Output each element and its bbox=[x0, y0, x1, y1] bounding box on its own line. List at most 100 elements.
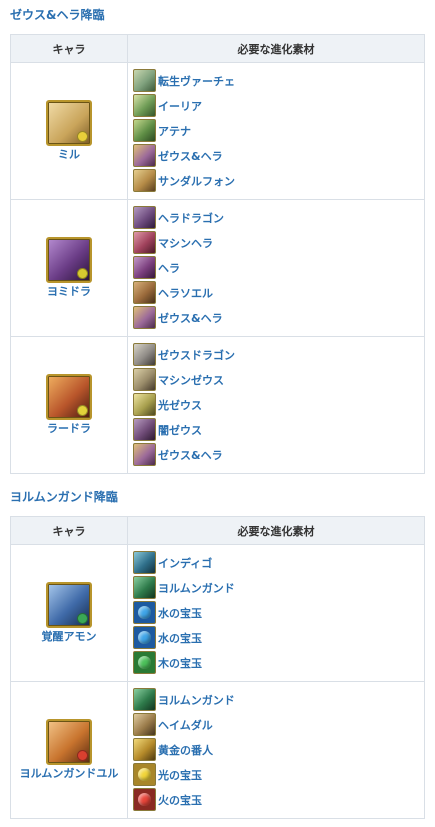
chara-name[interactable]: ヨルムンガンドユル bbox=[20, 767, 119, 781]
chara-name[interactable]: ミル bbox=[58, 148, 80, 162]
material-name[interactable]: サンダルフォン bbox=[158, 173, 235, 189]
table-row: ヨミドラ ヘラドラゴン マシンヘラ ヘラ ヘラソエル ゼウス&ヘラ bbox=[10, 199, 425, 337]
column-header-materials: 必要な進化素材 bbox=[127, 516, 425, 545]
column-header-chara: キャラ bbox=[10, 516, 128, 545]
material-name[interactable]: ヨルムンガンド bbox=[158, 580, 235, 596]
material-item[interactable]: ヘイムダル bbox=[133, 712, 424, 737]
material-item[interactable]: マシンヘラ bbox=[133, 230, 424, 255]
material-item[interactable]: ヘラドラゴン bbox=[133, 205, 424, 230]
athena-icon[interactable] bbox=[133, 119, 156, 142]
material-item[interactable]: 木の宝玉 bbox=[133, 650, 424, 675]
material-item[interactable]: ゼウス&ヘラ bbox=[133, 305, 424, 330]
material-name[interactable]: ヘラソエル bbox=[158, 285, 213, 301]
fire-jewel-icon[interactable] bbox=[133, 788, 156, 811]
material-item[interactable]: アテナ bbox=[133, 118, 424, 143]
heimdall-icon[interactable] bbox=[133, 713, 156, 736]
material-item[interactable]: 水の宝玉 bbox=[133, 600, 424, 625]
material-name[interactable]: アテナ bbox=[158, 123, 191, 139]
zeus-dragon-icon[interactable] bbox=[133, 343, 156, 366]
indigo-icon[interactable] bbox=[133, 551, 156, 574]
material-name[interactable]: 水の宝玉 bbox=[158, 630, 202, 646]
material-item[interactable]: 闇ゼウス bbox=[133, 417, 424, 442]
hera-icon[interactable] bbox=[133, 256, 156, 279]
material-name[interactable]: ヨルムンガンド bbox=[158, 692, 235, 708]
material-name[interactable]: マシンゼウス bbox=[158, 372, 224, 388]
machine-zeus-icon[interactable] bbox=[133, 368, 156, 391]
material-item[interactable]: 火の宝玉 bbox=[133, 787, 424, 812]
golden-guardian-icon[interactable] bbox=[133, 738, 156, 761]
chara-link[interactable]: 覚醒アモン bbox=[11, 582, 127, 644]
material-name[interactable]: ヘラドラゴン bbox=[158, 210, 224, 226]
jormungandr-icon[interactable] bbox=[133, 688, 156, 711]
section-title: ヨルムンガンド降臨 bbox=[10, 490, 118, 504]
material-name[interactable]: 水の宝玉 bbox=[158, 605, 202, 621]
material-item[interactable]: マシンゼウス bbox=[133, 367, 424, 392]
evolution-table: キャラ 必要な進化素材 覚醒アモン インディゴ ヨルムンガンド 水の宝玉 水の宝… bbox=[10, 516, 425, 819]
virtue-icon[interactable] bbox=[133, 69, 156, 92]
material-name[interactable]: マシンヘラ bbox=[158, 235, 213, 251]
material-name[interactable]: ヘイムダル bbox=[158, 717, 213, 733]
dark-zeus-icon[interactable] bbox=[133, 418, 156, 441]
material-item[interactable]: ゼウスドラゴン bbox=[133, 342, 424, 367]
material-name[interactable]: 木の宝玉 bbox=[158, 655, 202, 671]
table-row: ラードラ ゼウスドラゴン マシンゼウス 光ゼウス 闇ゼウス ゼウス&ヘラ bbox=[10, 336, 425, 474]
material-item[interactable]: サンダルフォン bbox=[133, 168, 424, 193]
table-row: ヨルムンガンドユル ヨルムンガンド ヘイムダル 黄金の番人 光の宝玉 火の宝玉 bbox=[10, 681, 425, 819]
material-name[interactable]: ゼウス&ヘラ bbox=[158, 148, 223, 164]
zeus-hera-icon[interactable] bbox=[133, 443, 156, 466]
material-item[interactable]: 光の宝玉 bbox=[133, 762, 424, 787]
column-header-chara: キャラ bbox=[10, 34, 128, 63]
material-name[interactable]: イーリア bbox=[158, 98, 202, 114]
light-zeus-icon[interactable] bbox=[133, 393, 156, 416]
table-row: 覚醒アモン インディゴ ヨルムンガンド 水の宝玉 水の宝玉 木の宝玉 bbox=[10, 544, 425, 682]
light-jewel-icon[interactable] bbox=[133, 763, 156, 786]
material-item[interactable]: 転生ヴァーチェ bbox=[133, 68, 424, 93]
chara-link[interactable]: ヨミドラ bbox=[11, 237, 127, 299]
material-item[interactable]: インディゴ bbox=[133, 550, 424, 575]
wood-jewel-icon[interactable] bbox=[133, 651, 156, 674]
chara-link[interactable]: ミル bbox=[11, 100, 127, 162]
material-name[interactable]: 火の宝玉 bbox=[158, 792, 202, 808]
material-name[interactable]: ゼウス&ヘラ bbox=[158, 447, 223, 463]
jormungandr-yul-portrait-icon[interactable] bbox=[46, 719, 92, 765]
material-name[interactable]: ゼウスドラゴン bbox=[158, 347, 235, 363]
yomidra-portrait-icon[interactable] bbox=[46, 237, 92, 283]
material-item[interactable]: ヘラソエル bbox=[133, 280, 424, 305]
hera-soel-icon[interactable] bbox=[133, 281, 156, 304]
material-item[interactable]: 光ゼウス bbox=[133, 392, 424, 417]
material-item[interactable]: ゼウス&ヘラ bbox=[133, 143, 424, 168]
chara-link[interactable]: ラードラ bbox=[11, 374, 127, 436]
material-name[interactable]: 黄金の番人 bbox=[158, 742, 213, 758]
chara-name[interactable]: ラードラ bbox=[47, 422, 91, 436]
iria-icon[interactable] bbox=[133, 94, 156, 117]
material-item[interactable]: 水の宝玉 bbox=[133, 625, 424, 650]
material-name[interactable]: インディゴ bbox=[158, 555, 212, 571]
material-name[interactable]: 転生ヴァーチェ bbox=[158, 73, 235, 89]
material-item[interactable]: ゼウス&ヘラ bbox=[133, 442, 424, 467]
zeus-hera-icon[interactable] bbox=[133, 144, 156, 167]
material-name[interactable]: 光ゼウス bbox=[158, 397, 202, 413]
radra-portrait-icon[interactable] bbox=[46, 374, 92, 420]
material-name[interactable]: ヘラ bbox=[158, 260, 180, 276]
chara-name[interactable]: ヨミドラ bbox=[47, 285, 91, 299]
jormungandr-icon[interactable] bbox=[133, 576, 156, 599]
mil-portrait-icon[interactable] bbox=[46, 100, 92, 146]
chara-name[interactable]: 覚醒アモン bbox=[42, 630, 97, 644]
material-name[interactable]: 光の宝玉 bbox=[158, 767, 202, 783]
sandalphon-icon[interactable] bbox=[133, 169, 156, 192]
material-item[interactable]: ヨルムンガンド bbox=[133, 687, 424, 712]
material-item[interactable]: イーリア bbox=[133, 93, 424, 118]
table-row: ミル 転生ヴァーチェ イーリア アテナ ゼウス&ヘラ サンダルフォン bbox=[10, 62, 425, 200]
material-item[interactable]: 黄金の番人 bbox=[133, 737, 424, 762]
machine-hera-icon[interactable] bbox=[133, 231, 156, 254]
material-name[interactable]: ゼウス&ヘラ bbox=[158, 310, 223, 326]
material-item[interactable]: ヘラ bbox=[133, 255, 424, 280]
zeus-hera-icon[interactable] bbox=[133, 306, 156, 329]
hera-dragon-icon[interactable] bbox=[133, 206, 156, 229]
awakened-amon-portrait-icon[interactable] bbox=[46, 582, 92, 628]
water-jewel-icon[interactable] bbox=[133, 626, 156, 649]
material-name[interactable]: 闇ゼウス bbox=[158, 422, 202, 438]
water-jewel-icon[interactable] bbox=[133, 601, 156, 624]
material-item[interactable]: ヨルムンガンド bbox=[133, 575, 424, 600]
chara-link[interactable]: ヨルムンガンドユル bbox=[11, 719, 127, 781]
